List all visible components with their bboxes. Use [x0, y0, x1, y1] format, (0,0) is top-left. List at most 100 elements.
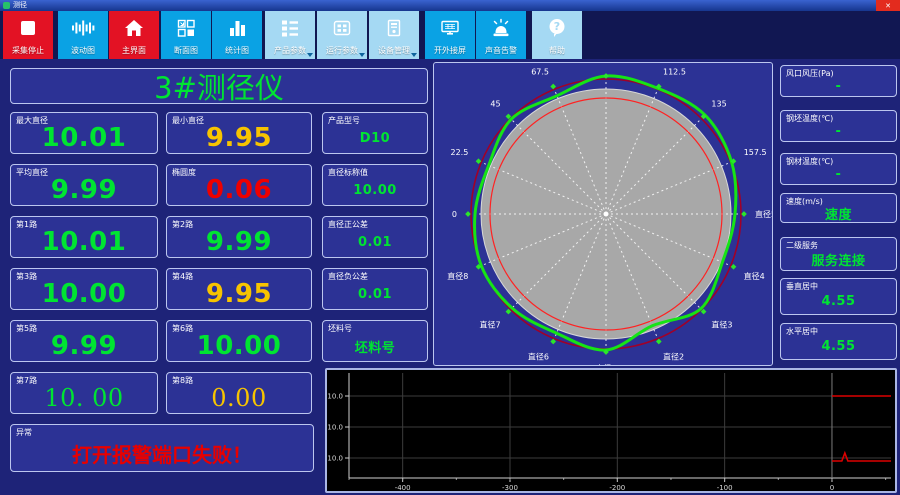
trend-chart: 10.0 10.0 10.0 -400 -300 -200 -100 0: [327, 373, 891, 491]
gauge-title: 3#测径仪: [154, 71, 284, 105]
alarm-box: 异常 打开报警端口失败！: [10, 424, 314, 472]
svg-text:-300: -300: [502, 484, 518, 491]
dropdown-arrow-icon: [359, 53, 365, 57]
min-diameter-value: 9.95: [205, 123, 273, 153]
section-view-button-label: 断面图: [174, 46, 198, 55]
svg-text:45: 45: [490, 100, 500, 109]
channel-6-value: 10.00: [196, 331, 282, 361]
svg-text:22.5: 22.5: [450, 148, 468, 157]
svg-text:-400: -400: [395, 484, 411, 491]
channel-6-box: 第6路 10.00: [166, 320, 312, 362]
air-pressure-box: 风口风压(Pa) -: [780, 65, 897, 97]
external-screen-button[interactable]: 开外接屏: [425, 11, 475, 59]
statistics-button[interactable]: 统计图: [212, 11, 262, 59]
help-button-label: 帮助: [549, 46, 565, 55]
alarm-message: 打开报警端口失败！: [72, 442, 252, 467]
max-diameter-value: 10.01: [41, 123, 127, 153]
svg-text:直径1: 直径1: [595, 363, 616, 365]
speed-value: 速度: [824, 207, 852, 223]
main-screen-button[interactable]: 主界面: [109, 11, 159, 59]
ovality-value: 0.06: [205, 175, 273, 205]
channel-3-value: 10.00: [41, 279, 127, 309]
toolbar: 采集停止 波动图 主界面 断面图 统计图 产品参数 运行参数 设备管理 开外接屏 声音告警? 帮助: [0, 11, 900, 59]
svg-text:?: ?: [554, 20, 560, 33]
device-manage-icon: [369, 11, 419, 45]
steel-temperature-value: -: [835, 166, 842, 182]
channel-2-value: 9.99: [205, 227, 273, 257]
gauge-title-box: 3#测径仪: [10, 68, 428, 105]
channel-7-value: 10. 00: [44, 384, 124, 412]
home-icon: [109, 11, 159, 45]
wave-chart-button[interactable]: 波动图: [58, 11, 108, 59]
svg-text:0: 0: [830, 484, 834, 491]
channel-2-box: 第2路 9.99: [166, 216, 312, 258]
svg-text:直径8: 直径8: [447, 271, 468, 281]
stop-icon: [3, 11, 53, 45]
statistics-button-label: 统计图: [225, 46, 249, 55]
billet-temperature-box: 钢坯温度(℃) -: [780, 110, 897, 142]
vertical-center-value: 4.55: [821, 294, 856, 309]
svg-text:112.5: 112.5: [663, 67, 686, 76]
l2-service-box: 二级服务 服务连接: [780, 237, 897, 271]
svg-text:-200: -200: [609, 484, 625, 491]
app-icon: [3, 2, 10, 9]
trend-chart-panel: 10.0 10.0 10.0 -400 -300 -200 -100 0: [325, 368, 897, 493]
main-area: 3#测径仪 最大直径 10.01 最小直径 9.95 平均直径 9.99 椭圆度 0.06 第1…: [0, 58, 900, 495]
svg-text:10.0: 10.0: [327, 424, 343, 432]
lower-tolerance-box: 直径负公差 0.01: [322, 268, 428, 310]
window-title: 测径: [13, 1, 27, 9]
sound-alarm-button[interactable]: 声音告警: [476, 11, 526, 59]
ovality-box: 椭圆度 0.06: [166, 164, 312, 206]
channel-1-value: 10.01: [41, 227, 127, 257]
product-model-value: D10: [359, 130, 391, 146]
billet-temperature-value: -: [835, 123, 842, 139]
external-screen-button-label: 开外接屏: [434, 46, 466, 55]
svg-text:135: 135: [711, 100, 726, 109]
min-diameter-box: 最小直径 9.95: [166, 112, 312, 154]
channel-1-box: 第1路 10.01: [10, 216, 158, 258]
vertical-center-box: 垂直居中 4.55: [780, 278, 897, 315]
steel-temperature-box: 钢材温度(℃) -: [780, 153, 897, 185]
svg-text:直径3: 直径3: [711, 319, 732, 329]
svg-text:10.0: 10.0: [327, 393, 343, 401]
product-model-box: 产品型号 D10: [322, 112, 428, 154]
main-screen-button-label: 主界面: [122, 46, 146, 55]
upper-tolerance-box: 直径正公差 0.01: [322, 216, 428, 258]
svg-text:直径6: 直径6: [528, 352, 549, 362]
run-params-button[interactable]: 运行参数: [317, 11, 367, 59]
avg-diameter-value: 9.99: [50, 175, 118, 205]
speed-box: 速度(m/s) 速度: [780, 193, 897, 223]
channel-3-box: 第3路 10.00: [10, 268, 158, 310]
acquisition-stop-button[interactable]: 采集停止: [3, 11, 53, 59]
channel-4-value: 9.95: [205, 279, 273, 309]
dropdown-arrow-icon: [411, 53, 417, 57]
svg-text:直径4: 直径4: [744, 271, 765, 281]
help-button[interactable]: ? 帮助: [532, 11, 582, 59]
help-icon: ?: [532, 11, 582, 45]
svg-text:直径5: 直径5: [755, 209, 772, 219]
product-params-button-label: 产品参数: [274, 46, 306, 55]
window-titlebar: 测径 ✕: [0, 0, 900, 11]
wave-chart-button-label: 波动图: [71, 46, 95, 55]
air-pressure-value: -: [835, 78, 842, 94]
device-manage-button[interactable]: 设备管理: [369, 11, 419, 59]
horizontal-center-box: 水平居中 4.55: [780, 323, 897, 360]
channel-8-value: 0.00: [211, 384, 267, 412]
upper-tolerance-value: 0.01: [357, 234, 393, 250]
product-params-button[interactable]: 产品参数: [265, 11, 315, 59]
channel-5-value: 9.99: [50, 331, 118, 361]
waveform-icon: [58, 11, 108, 45]
section-view-button[interactable]: 断面图: [161, 11, 211, 59]
acquisition-stop-button-label: 采集停止: [12, 46, 44, 55]
channel-8-box: 第8路 0.00: [166, 372, 312, 414]
sound-alarm-button-label: 声音告警: [485, 46, 517, 55]
svg-text:-100: -100: [717, 484, 733, 491]
run-params-icon: [317, 11, 367, 45]
billet-number-box: 坯料号 坯料号: [322, 320, 428, 362]
close-button[interactable]: ✕: [876, 0, 900, 11]
dropdown-arrow-icon: [307, 53, 313, 57]
nominal-diameter-value: 10.00: [353, 182, 397, 198]
channel-5-box: 第5路 9.99: [10, 320, 158, 362]
cross-section-chart-panel: 0 22.5 45 67.5 90 112.5 135 157.5 直径5 直径4 直径3 直径2 直径…: [433, 62, 773, 366]
billet-number-value: 坯料号: [354, 340, 396, 356]
